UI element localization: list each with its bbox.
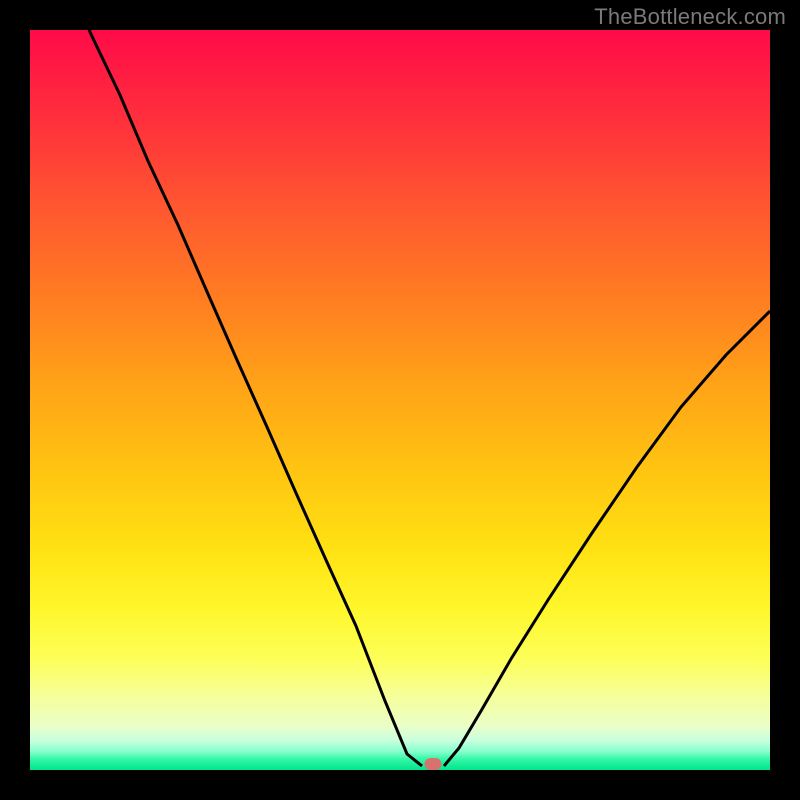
curve-right-path — [444, 311, 770, 766]
watermark-text: TheBottleneck.com — [594, 4, 786, 30]
optimal-marker — [425, 758, 442, 770]
bottleneck-curve — [30, 30, 770, 770]
plot-area — [30, 30, 770, 770]
chart-frame: TheBottleneck.com — [0, 0, 800, 800]
curve-left-path — [89, 30, 422, 766]
